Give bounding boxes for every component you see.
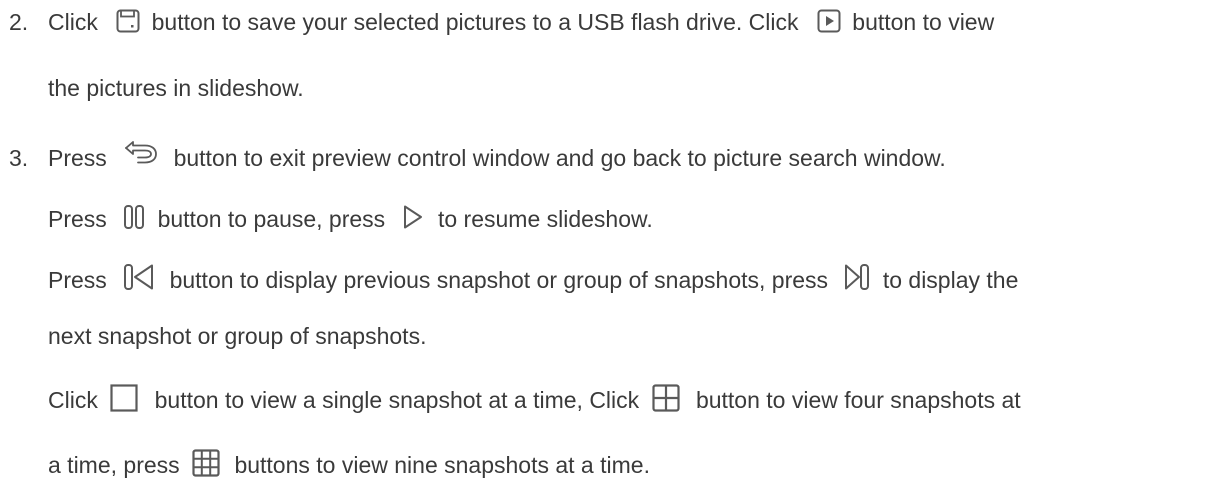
step-3-text-click-single: Click [48, 387, 98, 413]
step-3-text-previous: button to display previous snapshot or g… [169, 267, 829, 293]
step-3-text-pause: button to pause, press [157, 206, 386, 232]
step-3-line-2: Press button to pause, press to resume s… [48, 204, 653, 234]
pause-icon [123, 204, 145, 230]
step-3-text-next: to display the [882, 267, 1019, 293]
play-icon [817, 9, 841, 33]
next-icon [844, 263, 870, 291]
single-view-icon [110, 384, 138, 412]
step-3-text-resume: to resume slideshow. [437, 206, 653, 232]
step-2-text-click: Click [48, 9, 98, 35]
nine-view-icon [192, 449, 220, 477]
step-2-number: 2. [9, 9, 29, 35]
previous-icon [123, 263, 155, 291]
step-3-text-a-time-press: a time, press [48, 452, 180, 478]
step-3-text-press-previous: Press [48, 267, 107, 293]
step-3-number: 3. [9, 145, 29, 171]
step-2-line-2: the pictures in slideshow. [48, 75, 304, 101]
resume-icon [402, 204, 424, 230]
save-icon [116, 9, 140, 33]
step-3-line-5: Click button to view a single snapshot a… [48, 384, 1021, 415]
step-3-line-6: a time, press buttons to view nine snaps… [48, 449, 650, 480]
step-3-text-press: Press [48, 145, 107, 171]
step-3-text-exit: button to exit preview control window an… [173, 145, 946, 171]
step-2-line-1: Click button to save your selected pictu… [48, 7, 994, 37]
step-3-text-single: button to view a single snapshot at a ti… [154, 387, 640, 413]
step-3-text-four: button to view four snapshots at [695, 387, 1021, 413]
four-view-icon [651, 384, 680, 412]
step-2-text-view: button to view [852, 9, 995, 35]
back-icon [123, 139, 159, 165]
step-3-text-press-pause: Press [48, 206, 107, 232]
step-2-text-save: button to save your selected pictures to… [151, 9, 799, 35]
step-3-line-4: next snapshot or group of snapshots. [48, 323, 427, 349]
step-3-line-3: Press button to display previous snapsho… [48, 263, 1019, 295]
step-3-line-1: Press button to exit preview control win… [48, 141, 946, 173]
step-3-text-nine: buttons to view nine snapshots at a time… [234, 452, 650, 478]
